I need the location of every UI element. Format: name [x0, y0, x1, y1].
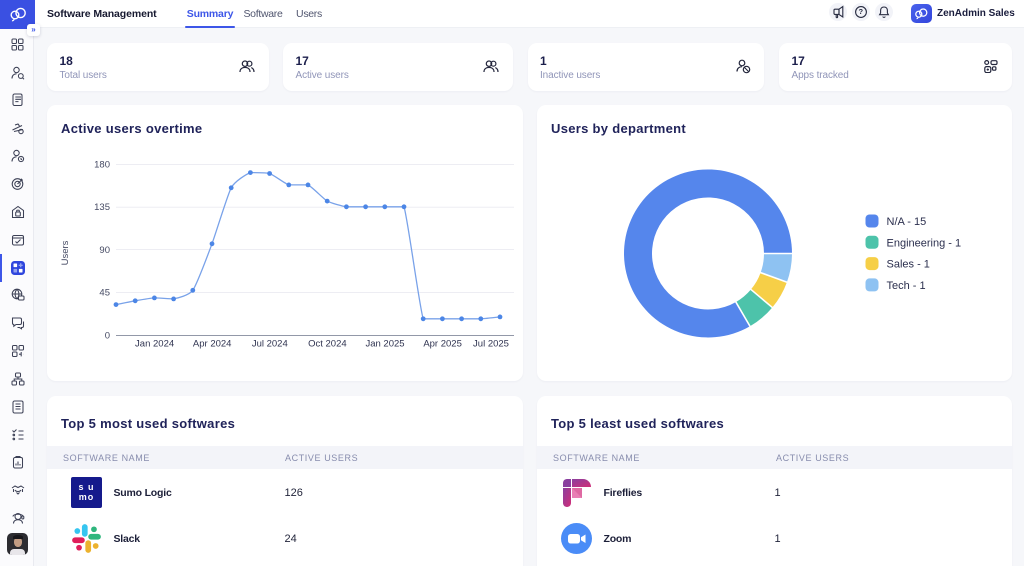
- svg-text:Users: Users: [60, 240, 71, 265]
- svg-text:45: 45: [99, 288, 110, 299]
- svg-text:135: 135: [94, 202, 110, 213]
- svg-text:Apr 2025: Apr 2025: [423, 339, 462, 350]
- svg-text:Jul 2024: Jul 2024: [252, 339, 288, 350]
- svg-text:Oct 2024: Oct 2024: [308, 339, 347, 350]
- svg-text:Sales - 1: Sales - 1: [887, 259, 930, 271]
- svg-text:90: 90: [99, 245, 110, 256]
- svg-text:Jan 2024: Jan 2024: [135, 339, 174, 350]
- svg-text:180: 180: [94, 160, 110, 171]
- svg-text:0: 0: [105, 331, 110, 342]
- svg-text:Engineering - 1: Engineering - 1: [887, 237, 962, 249]
- svg-text:Tech - 1: Tech - 1: [887, 280, 926, 292]
- svg-text:Jul 2025: Jul 2025: [473, 339, 509, 350]
- svg-text:N/A - 15: N/A - 15: [887, 216, 927, 228]
- svg-text:Apr 2024: Apr 2024: [193, 339, 232, 350]
- svg-text:Jan 2025: Jan 2025: [365, 339, 404, 350]
